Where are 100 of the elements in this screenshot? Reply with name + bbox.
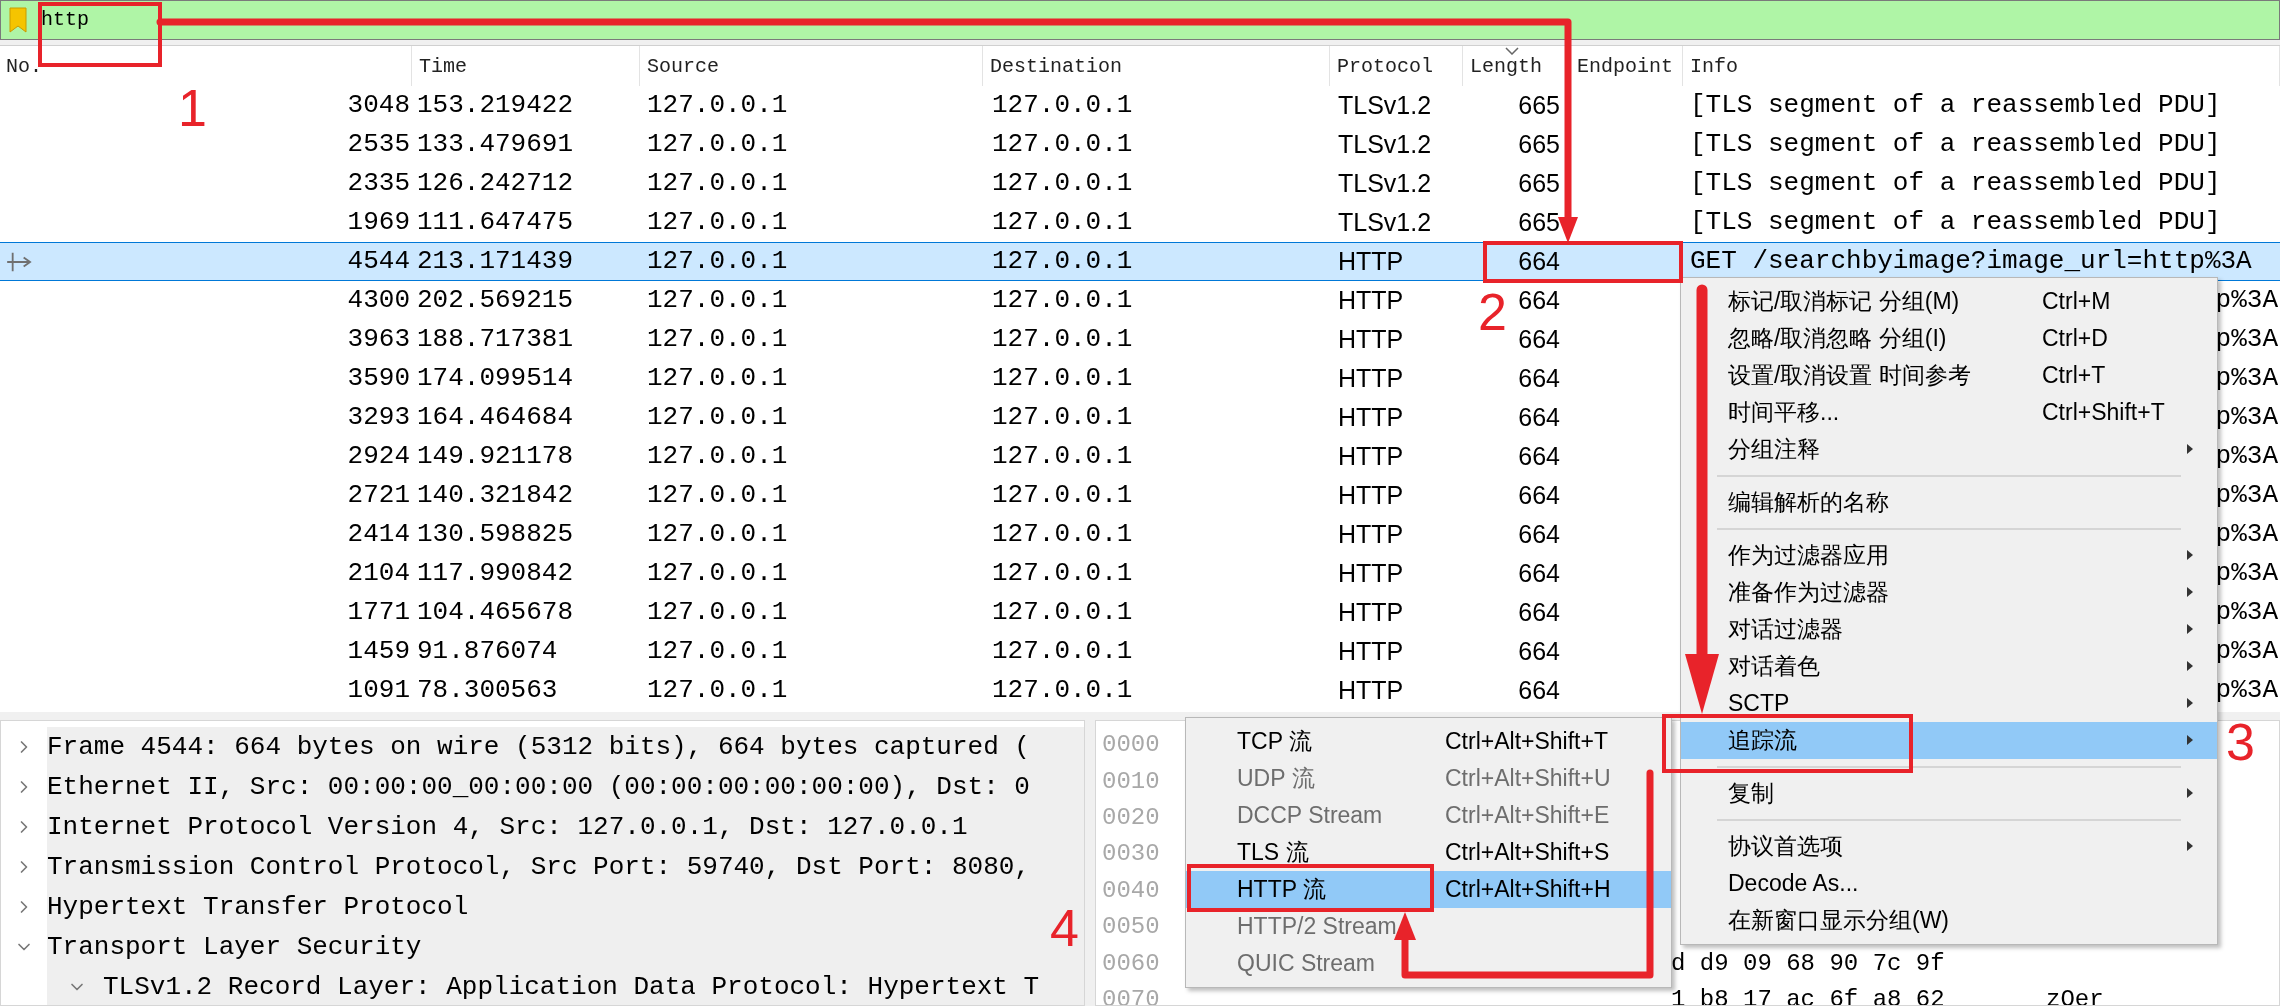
hex-bytes: d d9 09 68 90 7c 9f [1671,948,1946,979]
packet-cell: 664 [1518,324,1560,353]
menu-item[interactable]: 协议首选项 [1681,828,2217,865]
packet-cell: 665 [1518,90,1560,119]
packet-cell: 127.0.0.1 [647,246,788,276]
hex-offset: 0030 [1102,839,1161,870]
packet-cell: 127.0.0.1 [647,363,788,393]
menu-item[interactable]: 作为过滤器应用 [1681,537,2217,574]
step-number: 2 [1478,286,1507,338]
hex-offset: 0020 [1102,802,1161,833]
hex-offset: 0050 [1102,912,1161,943]
packet-cell: 127.0.0.1 [647,168,788,198]
menu-item[interactable]: TCP 流 Ctrl+Alt+Shift+T [1186,723,1671,760]
packet-cell: HTTP [1338,246,1404,275]
packet-cell: 664 [1518,636,1560,665]
column-header[interactable]: No. [0,46,412,86]
step-number: 4 [1050,902,1079,954]
column-header[interactable]: Destination [983,46,1330,86]
packet-info: p%3A [2215,596,2279,629]
menu-item[interactable]: 准备作为过滤器 [1681,574,2217,611]
packet-cell: 127.0.0.1 [647,675,788,705]
packet-cell: 664 [1518,558,1560,587]
packet-cell: 78.300563 [417,675,558,705]
packet-info: p%3A [2215,479,2279,512]
packet-cell: 127.0.0.1 [647,129,788,159]
packet-info: p%3A [2215,635,2279,668]
packet-cell: TLSv1.2 [1338,207,1432,236]
packet-cell: 664 [1518,519,1560,548]
packet-cell: 3048 [347,90,410,120]
column-header[interactable]: Info [1683,46,2280,86]
packet-cell: 127.0.0.1 [647,636,788,666]
packet-cell: 127.0.0.1 [647,207,788,237]
sort-caret-icon [1505,47,1519,55]
packet-cell: 1771 [347,597,410,627]
packet-cell: 127.0.0.1 [992,675,1133,705]
packet-cell: 104.465678 [417,597,574,627]
packet-cell: 127.0.0.1 [647,480,788,510]
menu-item[interactable]: 编辑解析的名称 [1681,484,2217,521]
packet-info: [TLS segment of a reassembled PDU] [1690,207,2221,237]
display-filter-field[interactable]: http [0,0,2280,40]
packet-cell: HTTP [1338,285,1404,314]
packet-cell: 213.171439 [417,246,574,276]
packet-cell: 665 [1518,168,1560,197]
filter-text: http [41,7,89,33]
packet-cell: 127.0.0.1 [992,597,1133,627]
packet-cell: HTTP [1338,597,1404,626]
column-header[interactable]: Time [412,46,640,86]
menu-item[interactable]: 在新窗口显示分组(W) [1681,902,2217,939]
packet-cell: 127.0.0.1 [647,597,788,627]
menu-item[interactable]: 忽略/取消忽略 分组(I) Ctrl+D [1681,320,2217,357]
menu-item[interactable]: 分组注释 [1681,431,2217,468]
menu-item[interactable]: SCTP [1681,685,2217,722]
menu-item[interactable]: 标记/取消标记 分组(M) Ctrl+M [1681,283,2217,320]
column-header[interactable]: Source [640,46,983,86]
packet-cell: 4544 [347,246,410,276]
packet-cell: 127.0.0.1 [992,441,1133,471]
menu-item[interactable]: 时间平移... Ctrl+Shift+T [1681,394,2217,431]
menu-item[interactable]: 追踪流 [1681,722,2217,759]
column-header[interactable]: Endpoint [1570,46,1683,86]
packet-info: p%3A [2215,284,2279,317]
packet-cell: 127.0.0.1 [647,558,788,588]
packet-cell: 2535 [347,129,410,159]
packet-info: [TLS segment of a reassembled PDU] [1690,90,2221,120]
packet-cell: 664 [1518,597,1560,626]
packet-cell: 2335 [347,168,410,198]
packet-cell: HTTP [1338,519,1404,548]
packet-cell: 664 [1518,285,1560,314]
packet-cell: 149.921178 [417,441,574,471]
packet-cell: 664 [1518,675,1560,704]
hex-offset: 0000 [1102,730,1161,761]
packet-cell: HTTP [1338,402,1404,431]
packet-cell: 3590 [347,363,410,393]
packet-cell: 127.0.0.1 [647,519,788,549]
packet-cell: 188.717381 [417,324,574,354]
packet-cell: 174.099514 [417,363,574,393]
menu-item[interactable]: 对话着色 [1681,648,2217,685]
menu-item[interactable]: HTTP 流 Ctrl+Alt+Shift+H [1186,871,1671,908]
step-number: 3 [2226,716,2255,768]
menu-item[interactable]: 对话过滤器 [1681,611,2217,648]
menu-item[interactable]: 复制 [1681,775,2217,812]
packet-cell: 127.0.0.1 [647,441,788,471]
packet-info: p%3A [2215,557,2279,590]
hex-offset: 0060 [1102,948,1161,979]
menu-item[interactable]: Decode As... [1681,865,2217,902]
packet-cell: 127.0.0.1 [647,324,788,354]
menu-item[interactable]: TLS 流 Ctrl+Alt+Shift+S [1186,834,1671,871]
packet-cell: 140.321842 [417,480,574,510]
packet-cell: 3293 [347,402,410,432]
packet-cell: 127.0.0.1 [992,207,1133,237]
packet-cell: HTTP [1338,636,1404,665]
packet-cell: 126.242712 [417,168,574,198]
menu-item[interactable]: 设置/取消设置 时间参考 Ctrl+T [1681,357,2217,394]
packet-cell: 665 [1518,207,1560,236]
packet-info: p%3A [2215,401,2279,434]
column-header[interactable]: Protocol [1330,46,1463,86]
packet-cell: HTTP [1338,324,1404,353]
column-header[interactable]: Length [1463,46,1570,86]
packet-cell: 665 [1518,129,1560,158]
packet-cell: 153.219422 [417,90,574,120]
packet-cell: 202.569215 [417,285,574,315]
